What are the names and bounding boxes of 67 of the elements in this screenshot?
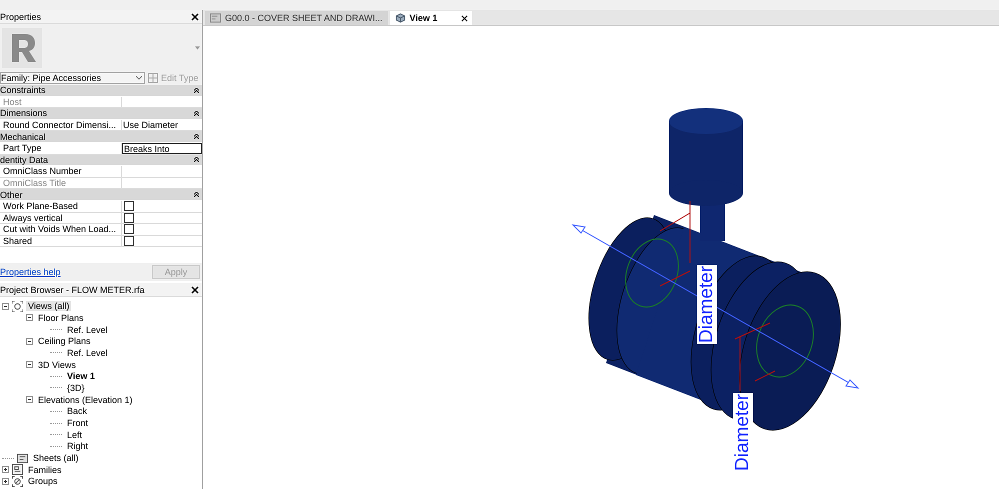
tree-toggle[interactable]	[2, 466, 9, 474]
tree-item[interactable]: Elevations (Elevation 1)	[36, 394, 135, 405]
property-label: Always vertical	[0, 212, 122, 224]
chevron-down-icon[interactable]	[136, 76, 142, 80]
view-tab[interactable]: G00.0 - COVER SHEET AND DRAWI...	[205, 11, 388, 25]
tree-toggle[interactable]	[26, 314, 33, 322]
property-value-field[interactable]: Breaks Into	[122, 142, 202, 154]
tree-toggle[interactable]	[2, 478, 9, 485]
cube-icon	[394, 13, 406, 23]
tree-item[interactable]: Ceiling Plans	[36, 336, 93, 346]
tree-item[interactable]: Right	[65, 441, 90, 452]
property-label: OmniClass Title	[0, 178, 122, 188]
panel-title: Project Browser - FLOW METER.rfa	[0, 284, 145, 295]
checkbox[interactable]	[124, 212, 134, 223]
type-selector[interactable]: Family: Pipe Accessories	[0, 72, 145, 84]
sheets-icon	[17, 452, 28, 464]
groups-icon	[12, 476, 23, 487]
tree-item[interactable]: 3D Views	[36, 360, 78, 370]
tree-toggle[interactable]	[26, 361, 33, 368]
property-group-header[interactable]: Dimensions	[0, 108, 202, 120]
checkbox[interactable]	[124, 201, 134, 212]
tree-item[interactable]: Families	[26, 464, 64, 475]
view-tab[interactable]: View 1	[390, 11, 472, 25]
families-icon	[12, 464, 23, 476]
property-label: Host	[0, 96, 122, 108]
tree-toggle[interactable]	[26, 338, 33, 345]
property-value-field[interactable]: Use Diameter	[122, 120, 202, 130]
property-label: Cut with Voids When Load...	[0, 224, 122, 235]
properties-help-link[interactable]: Properties help	[0, 267, 61, 278]
sheet-icon	[210, 13, 221, 23]
tree-item[interactable]: Ref. Level	[65, 324, 110, 335]
tree-item[interactable]: Sheets (all)	[31, 453, 81, 464]
tree-item[interactable]: Groups	[26, 476, 60, 486]
tree-toggle[interactable]	[2, 302, 9, 310]
collapse-icon[interactable]	[194, 134, 199, 140]
property-group-header[interactable]: Other	[0, 189, 202, 201]
close-icon[interactable]	[191, 286, 199, 294]
edit-type-icon	[148, 73, 158, 83]
dimension-label: Diameter	[733, 392, 753, 472]
checkbox[interactable]	[124, 224, 134, 234]
tree-toggle[interactable]	[26, 396, 33, 404]
close-icon[interactable]	[191, 12, 199, 20]
property-label: Shared	[0, 236, 122, 246]
collapse-icon[interactable]	[194, 192, 199, 198]
tree-item[interactable]: {3D}	[65, 382, 87, 393]
collapse-icon[interactable]	[194, 88, 199, 93]
checkbox[interactable]	[124, 236, 134, 246]
property-label: Part Type	[0, 142, 122, 154]
property-label: Work Plane-Based	[0, 200, 122, 212]
tree-item[interactable]: Views (all)	[26, 301, 72, 312]
property-label: Round Connector Dimensi...	[0, 120, 122, 130]
collapse-icon[interactable]	[194, 157, 199, 162]
property-group-header[interactable]: Constraints	[0, 85, 202, 97]
collapse-icon[interactable]	[194, 110, 199, 116]
tree-item[interactable]: Back	[65, 406, 90, 416]
property-group-header[interactable]: Mechanical	[0, 131, 202, 143]
tree-item[interactable]: Ref. Level	[65, 348, 110, 358]
views-icon	[12, 300, 23, 312]
tree-item[interactable]: View 1	[65, 371, 97, 382]
dimension-label: Diameter	[697, 264, 717, 344]
property-label: OmniClass Number	[0, 166, 122, 177]
property-group-header[interactable]: dentity Data	[0, 154, 202, 166]
close-icon[interactable]	[461, 14, 468, 22]
tree-item[interactable]: Floor Plans	[36, 312, 86, 323]
tree-item[interactable]: Left	[65, 430, 84, 440]
tree-item[interactable]: Front	[65, 418, 90, 428]
panel-title: Properties	[0, 12, 42, 22]
